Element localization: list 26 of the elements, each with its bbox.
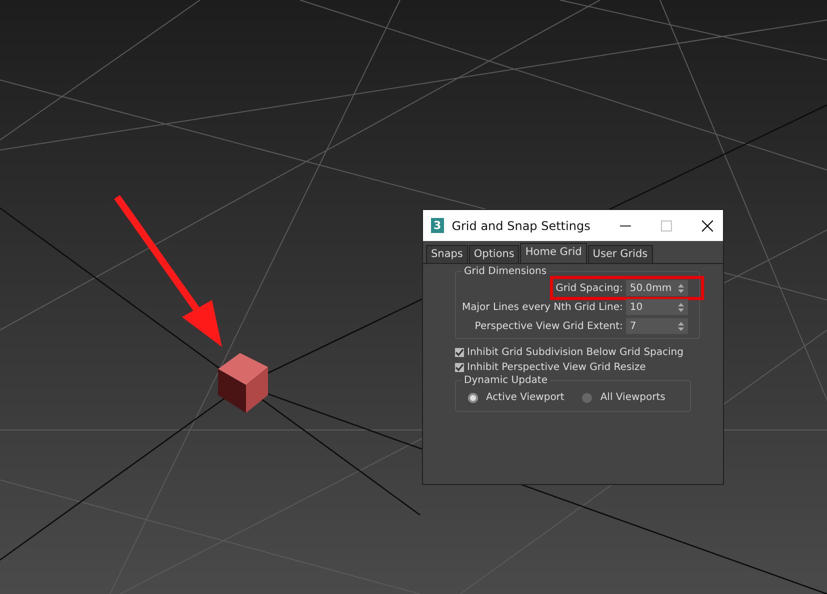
group-title: Grid Dimensions bbox=[463, 266, 548, 277]
tab[interactable]: Snaps bbox=[426, 245, 468, 263]
radio-label: All Viewports bbox=[600, 392, 666, 403]
window-title: Grid and Snap Settings bbox=[452, 218, 590, 232]
spin-arrows-icon[interactable] bbox=[678, 284, 684, 292]
radio-button[interactable] bbox=[468, 392, 478, 402]
checkbox[interactable] bbox=[455, 348, 464, 357]
checkbox[interactable] bbox=[455, 363, 464, 372]
radio-button[interactable] bbox=[582, 392, 592, 402]
spinner-field[interactable]: 10 bbox=[626, 299, 688, 315]
spin-arrows-icon[interactable] bbox=[678, 302, 684, 312]
tab[interactable]: User Grids bbox=[588, 245, 653, 263]
tab[interactable]: Options bbox=[468, 245, 520, 263]
spinner-field[interactable]: 7 bbox=[626, 318, 688, 334]
field-label: Perspective View Grid Extent: bbox=[474, 320, 623, 332]
spinner-field[interactable]: 50.0mm bbox=[626, 280, 688, 296]
field-label: Grid Spacing: bbox=[556, 282, 623, 294]
checkbox-label: Inhibit Perspective View Grid Resize bbox=[467, 362, 646, 373]
close-icon[interactable] bbox=[702, 220, 713, 232]
field-label: Major Lines every Nth Grid Line: bbox=[462, 302, 623, 312]
tab[interactable]: Home Grid bbox=[520, 243, 587, 263]
group-title: Dynamic Update bbox=[463, 375, 548, 386]
radio-label: Active Viewport bbox=[486, 392, 564, 403]
app-icon: 3 bbox=[431, 218, 444, 233]
checkbox-label: Inhibit Grid Subdivision Below Grid Spacing bbox=[467, 347, 684, 358]
spin-arrows-icon[interactable] bbox=[678, 322, 684, 330]
